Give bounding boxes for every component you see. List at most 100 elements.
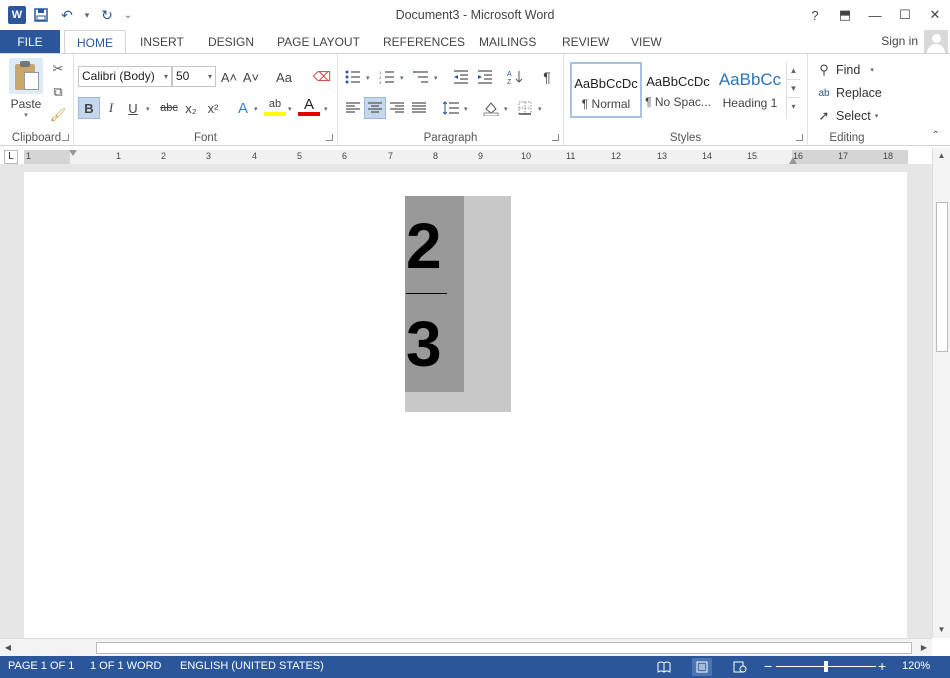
line-spacing-dropdown-icon[interactable]: ▾ — [464, 105, 468, 113]
zoom-out-button[interactable]: − — [764, 658, 772, 674]
word-count[interactable]: 1 OF 1 WORD — [90, 660, 162, 672]
font-color-dropdown-icon[interactable]: ▾ — [324, 105, 328, 113]
tab-review[interactable]: REVIEW — [550, 30, 621, 54]
close-button[interactable]: ✕ — [920, 0, 950, 30]
align-left-icon[interactable] — [342, 97, 364, 119]
paste-dropdown-icon[interactable]: ▾ — [6, 111, 46, 119]
horizontal-ruler[interactable]: 1 1 2 3 4 5 6 7 8 9 10 11 12 13 14 15 16… — [24, 150, 908, 164]
highlight-dropdown-icon[interactable]: ▾ — [288, 105, 292, 113]
strikethrough-button[interactable]: abc — [156, 97, 182, 119]
zoom-level[interactable]: 120% — [902, 660, 930, 672]
increase-indent-icon[interactable] — [474, 66, 496, 88]
font-color-button[interactable]: A — [298, 96, 320, 116]
tab-design[interactable]: DESIGN — [196, 30, 266, 54]
borders-icon[interactable] — [514, 97, 536, 119]
numbering-dropdown-icon[interactable]: ▾ — [400, 74, 404, 82]
fraction-numerator[interactable]: 2 — [406, 214, 456, 278]
styles-launcher-icon[interactable] — [796, 134, 803, 141]
vertical-scroll-thumb[interactable] — [936, 202, 948, 352]
borders-dropdown-icon[interactable]: ▾ — [538, 105, 542, 113]
horizontal-scrollbar[interactable]: ◀ ▶ — [0, 638, 932, 656]
first-line-indent-marker[interactable] — [69, 150, 77, 156]
style-normal[interactable]: AaBbCcDc ¶ Normal — [570, 62, 642, 118]
format-painter-icon[interactable]: 🖌 — [49, 106, 67, 124]
fraction-denominator[interactable]: 3 — [406, 312, 456, 376]
line-spacing-icon[interactable] — [440, 97, 462, 119]
sign-in-link[interactable]: Sign in — [881, 34, 918, 48]
style-no-spacing[interactable]: AaBbCcDc ¶ No Spac... — [642, 62, 714, 118]
bullets-dropdown-icon[interactable]: ▾ — [366, 74, 370, 82]
style-heading-1[interactable]: AaBbCc Heading 1 — [714, 62, 786, 118]
bullets-icon[interactable] — [342, 66, 364, 88]
minimize-button[interactable]: — — [860, 0, 890, 30]
page-count[interactable]: PAGE 1 OF 1 — [8, 660, 74, 672]
subscript-button[interactable]: x₂ — [180, 97, 202, 119]
highlight-color-button[interactable]: ab — [264, 96, 286, 116]
change-case-button[interactable]: Aa — [270, 66, 298, 88]
clear-formatting-button[interactable]: ⌫ — [311, 66, 333, 88]
document-page[interactable]: 2 3 — [24, 172, 907, 642]
vertical-scrollbar[interactable]: ▲ ▼ — [932, 148, 950, 638]
ribbon-display-options-button[interactable]: ⬒ — [830, 0, 860, 30]
find-button[interactable]: ⚲ Find ▾ — [816, 60, 874, 80]
styles-more-icon[interactable]: ▾ — [787, 98, 800, 116]
bold-button[interactable]: B — [78, 97, 100, 119]
underline-button[interactable]: U — [122, 97, 144, 119]
select-dropdown-icon[interactable]: ▾ — [875, 112, 879, 120]
sort-icon[interactable]: AZ — [504, 66, 526, 88]
tab-insert[interactable]: INSERT — [128, 30, 196, 54]
decrease-indent-icon[interactable] — [450, 66, 472, 88]
multilevel-list-icon[interactable] — [410, 66, 432, 88]
scroll-down-icon[interactable]: ▼ — [933, 622, 950, 638]
superscript-button[interactable]: x² — [202, 97, 224, 119]
find-dropdown-icon[interactable]: ▾ — [870, 66, 874, 74]
font-launcher-icon[interactable] — [326, 134, 333, 141]
italic-button[interactable]: I — [100, 97, 122, 119]
print-layout-icon[interactable] — [692, 658, 712, 676]
read-mode-icon[interactable] — [654, 658, 674, 676]
font-name-dropdown[interactable]: Calibri (Body) ▾ — [78, 66, 172, 87]
tab-mailings[interactable]: MAILINGS — [467, 30, 548, 54]
multilevel-dropdown-icon[interactable]: ▾ — [434, 74, 438, 82]
avatar-icon[interactable] — [924, 30, 948, 54]
right-indent-marker[interactable] — [789, 157, 797, 164]
zoom-slider-thumb[interactable] — [824, 661, 828, 672]
cut-icon[interactable]: ✂ — [49, 60, 67, 78]
justify-icon[interactable] — [408, 97, 430, 119]
web-layout-icon[interactable] — [730, 658, 750, 676]
align-center-icon[interactable] — [364, 97, 386, 119]
numbering-icon[interactable]: 123 — [376, 66, 398, 88]
scroll-right-icon[interactable]: ▶ — [916, 639, 932, 657]
text-effects-button[interactable]: A — [232, 97, 254, 119]
collapse-ribbon-icon[interactable]: ⌃ — [932, 130, 940, 141]
font-size-dropdown[interactable]: 50 ▾ — [172, 66, 216, 87]
replace-button[interactable]: ab Replace — [816, 83, 881, 103]
text-effects-dropdown-icon[interactable]: ▾ — [254, 105, 258, 113]
styles-scroll-up-icon[interactable]: ▲ — [787, 62, 800, 80]
scroll-up-icon[interactable]: ▲ — [933, 148, 950, 164]
tab-references[interactable]: REFERENCES — [371, 30, 477, 54]
scroll-left-icon[interactable]: ◀ — [0, 639, 16, 657]
shrink-font-button[interactable]: A˅ — [240, 66, 262, 88]
align-right-icon[interactable] — [386, 97, 408, 119]
paragraph-launcher-icon[interactable] — [552, 134, 559, 141]
tab-page-layout[interactable]: PAGE LAYOUT — [265, 30, 372, 54]
zoom-in-button[interactable]: + — [878, 658, 886, 674]
horizontal-scroll-thumb[interactable] — [96, 642, 912, 654]
tab-view[interactable]: VIEW — [619, 30, 674, 54]
tab-selector[interactable]: L — [4, 150, 18, 164]
select-button[interactable]: ➚ Select ▾ — [816, 106, 879, 126]
grow-font-button[interactable]: A˄ — [218, 66, 240, 88]
tab-home[interactable]: HOME — [64, 30, 126, 54]
language-indicator[interactable]: ENGLISH (UNITED STATES) — [180, 660, 324, 672]
shading-dropdown-icon[interactable]: ▾ — [504, 105, 508, 113]
copy-icon[interactable]: ⧉ — [49, 83, 67, 101]
clipboard-launcher-icon[interactable] — [62, 134, 69, 141]
underline-dropdown-icon[interactable]: ▾ — [146, 105, 150, 113]
help-button[interactable]: ? — [800, 0, 830, 30]
shading-icon[interactable] — [480, 97, 502, 119]
paste-button[interactable]: Paste ▾ — [6, 58, 46, 124]
pilcrow-icon[interactable]: ¶ — [536, 66, 558, 88]
tab-file[interactable]: FILE — [0, 30, 60, 54]
styles-scroll-down-icon[interactable]: ▼ — [787, 80, 800, 98]
